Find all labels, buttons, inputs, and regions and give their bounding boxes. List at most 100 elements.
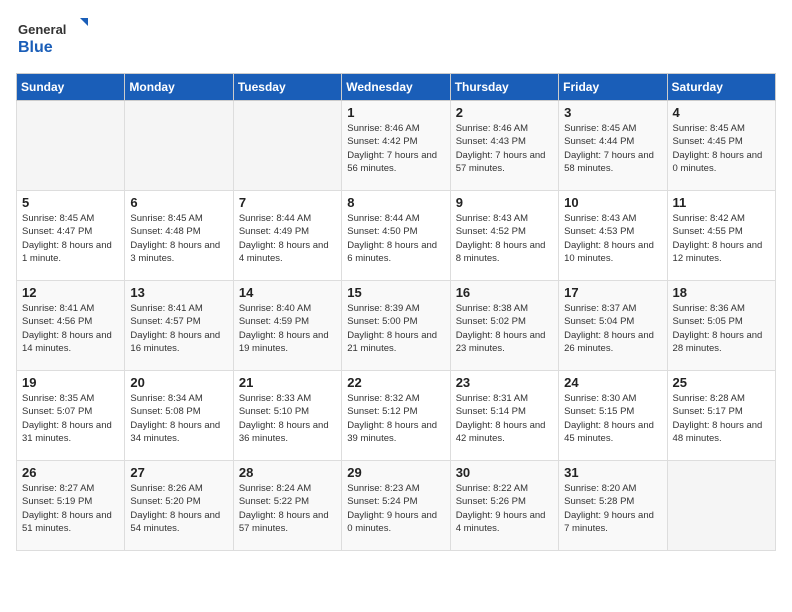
day-info: Sunrise: 8:45 AM Sunset: 4:47 PM Dayligh… [22, 212, 119, 265]
calendar-day-header: Wednesday [342, 74, 450, 101]
svg-text:General: General [18, 22, 66, 37]
calendar-week-row: 12 Sunrise: 8:41 AM Sunset: 4:56 PM Dayli… [17, 281, 776, 371]
calendar-cell: 18 Sunrise: 8:36 AM Sunset: 5:05 PM Dayli… [667, 281, 775, 371]
svg-text:Blue: Blue [18, 39, 53, 56]
calendar-day-header: Tuesday [233, 74, 341, 101]
calendar-cell: 17Sunrise: 8:37 AM Sunset: 5:04 PM Dayli… [559, 281, 667, 371]
day-number: 8 [347, 195, 444, 210]
calendar-cell: 23 Sunrise: 8:31 AM Sunset: 5:14 PM Dayli… [450, 371, 558, 461]
day-number: 24 [564, 375, 661, 390]
day-info: Sunrise: 8:28 AM Sunset: 5:17 PM Dayligh… [673, 392, 770, 445]
calendar-day-header: Friday [559, 74, 667, 101]
calendar-cell: 20 Sunrise: 8:34 AM Sunset: 5:08 PM Dayli… [125, 371, 233, 461]
day-info: Sunrise: 8:42 AM Sunset: 4:55 PM Dayligh… [673, 212, 770, 265]
day-info: Sunrise: 8:43 AM Sunset: 4:52 PM Dayligh… [456, 212, 553, 265]
day-info: Sunrise: 8:38 AM Sunset: 5:02 PM Dayligh… [456, 302, 553, 355]
calendar-cell: 7 Sunrise: 8:44 AM Sunset: 4:49 PM Daylig… [233, 191, 341, 281]
day-info: Sunrise: 8:34 AM Sunset: 5:08 PM Dayligh… [130, 392, 227, 445]
day-number: 27 [130, 465, 227, 480]
day-info: Sunrise: 8:20 AM Sunset: 5:28 PM Dayligh… [564, 482, 661, 535]
calendar-cell: 29 Sunrise: 8:23 AM Sunset: 5:24 PM Dayli… [342, 461, 450, 551]
day-info: Sunrise: 8:46 AM Sunset: 4:43 PM Dayligh… [456, 122, 553, 175]
calendar-cell: 1 Sunrise: 8:46 AM Sunset: 4:42 PM Daylig… [342, 101, 450, 191]
calendar-cell: 8 Sunrise: 8:44 AM Sunset: 4:50 PM Daylig… [342, 191, 450, 281]
calendar-day-header: Thursday [450, 74, 558, 101]
calendar-cell: 16 Sunrise: 8:38 AM Sunset: 5:02 PM Dayli… [450, 281, 558, 371]
day-number: 20 [130, 375, 227, 390]
calendar-cell: 15 Sunrise: 8:39 AM Sunset: 5:00 PM Dayli… [342, 281, 450, 371]
day-number: 25 [673, 375, 770, 390]
day-info: Sunrise: 8:30 AM Sunset: 5:15 PM Dayligh… [564, 392, 661, 445]
day-number: 14 [239, 285, 336, 300]
day-number: 18 [673, 285, 770, 300]
day-number: 7 [239, 195, 336, 210]
calendar-cell: 4 Sunrise: 8:45 AM Sunset: 4:45 PM Daylig… [667, 101, 775, 191]
day-info: Sunrise: 8:35 AM Sunset: 5:07 PM Dayligh… [22, 392, 119, 445]
calendar-cell: 2 Sunrise: 8:46 AM Sunset: 4:43 PM Daylig… [450, 101, 558, 191]
calendar-cell: 24 Sunrise: 8:30 AM Sunset: 5:15 PM Dayli… [559, 371, 667, 461]
calendar-cell [233, 101, 341, 191]
day-info: Sunrise: 8:44 AM Sunset: 4:50 PM Dayligh… [347, 212, 444, 265]
day-number: 12 [22, 285, 119, 300]
calendar-cell: 27Sunrise: 8:26 AM Sunset: 5:20 PM Dayli… [125, 461, 233, 551]
calendar-header-row: SundayMondayTuesdayWednesdayThursdayFrid… [17, 74, 776, 101]
day-number: 10 [564, 195, 661, 210]
day-info: Sunrise: 8:44 AM Sunset: 4:49 PM Dayligh… [239, 212, 336, 265]
day-number: 4 [673, 105, 770, 120]
day-number: 23 [456, 375, 553, 390]
day-number: 1 [347, 105, 444, 120]
day-number: 29 [347, 465, 444, 480]
day-number: 5 [22, 195, 119, 210]
day-number: 17 [564, 285, 661, 300]
calendar-cell: 28 Sunrise: 8:24 AM Sunset: 5:22 PM Dayli… [233, 461, 341, 551]
calendar-cell: 12 Sunrise: 8:41 AM Sunset: 4:56 PM Dayli… [17, 281, 125, 371]
day-info: Sunrise: 8:43 AM Sunset: 4:53 PM Dayligh… [564, 212, 661, 265]
calendar-cell: 30 Sunrise: 8:22 AM Sunset: 5:26 PM Dayli… [450, 461, 558, 551]
day-info: Sunrise: 8:32 AM Sunset: 5:12 PM Dayligh… [347, 392, 444, 445]
calendar-cell: 5 Sunrise: 8:45 AM Sunset: 4:47 PM Daylig… [17, 191, 125, 281]
day-number: 11 [673, 195, 770, 210]
calendar-cell: 19Sunrise: 8:35 AM Sunset: 5:07 PM Dayli… [17, 371, 125, 461]
day-info: Sunrise: 8:41 AM Sunset: 4:56 PM Dayligh… [22, 302, 119, 355]
day-number: 16 [456, 285, 553, 300]
calendar-day-header: Sunday [17, 74, 125, 101]
day-info: Sunrise: 8:36 AM Sunset: 5:05 PM Dayligh… [673, 302, 770, 355]
day-number: 3 [564, 105, 661, 120]
day-number: 31 [564, 465, 661, 480]
day-number: 30 [456, 465, 553, 480]
calendar-week-row: 19Sunrise: 8:35 AM Sunset: 5:07 PM Dayli… [17, 371, 776, 461]
calendar-cell [667, 461, 775, 551]
day-number: 2 [456, 105, 553, 120]
calendar-cell [17, 101, 125, 191]
day-info: Sunrise: 8:45 AM Sunset: 4:48 PM Dayligh… [130, 212, 227, 265]
calendar-week-row: 1 Sunrise: 8:46 AM Sunset: 4:42 PM Daylig… [17, 101, 776, 191]
day-info: Sunrise: 8:39 AM Sunset: 5:00 PM Dayligh… [347, 302, 444, 355]
calendar-cell: 10 Sunrise: 8:43 AM Sunset: 4:53 PM Dayli… [559, 191, 667, 281]
day-info: Sunrise: 8:46 AM Sunset: 4:42 PM Dayligh… [347, 122, 444, 175]
day-number: 15 [347, 285, 444, 300]
day-number: 13 [130, 285, 227, 300]
day-info: Sunrise: 8:23 AM Sunset: 5:24 PM Dayligh… [347, 482, 444, 535]
day-info: Sunrise: 8:24 AM Sunset: 5:22 PM Dayligh… [239, 482, 336, 535]
day-number: 9 [456, 195, 553, 210]
calendar-week-row: 5 Sunrise: 8:45 AM Sunset: 4:47 PM Daylig… [17, 191, 776, 281]
day-number: 22 [347, 375, 444, 390]
logo-svg: General Blue [16, 16, 96, 61]
day-info: Sunrise: 8:22 AM Sunset: 5:26 PM Dayligh… [456, 482, 553, 535]
calendar-cell [125, 101, 233, 191]
calendar-cell: 13 Sunrise: 8:41 AM Sunset: 4:57 PM Dayli… [125, 281, 233, 371]
day-info: Sunrise: 8:33 AM Sunset: 5:10 PM Dayligh… [239, 392, 336, 445]
day-info: Sunrise: 8:41 AM Sunset: 4:57 PM Dayligh… [130, 302, 227, 355]
calendar-day-header: Saturday [667, 74, 775, 101]
day-number: 21 [239, 375, 336, 390]
day-number: 28 [239, 465, 336, 480]
day-info: Sunrise: 8:45 AM Sunset: 4:45 PM Dayligh… [673, 122, 770, 175]
day-info: Sunrise: 8:31 AM Sunset: 5:14 PM Dayligh… [456, 392, 553, 445]
calendar-cell: 14 Sunrise: 8:40 AM Sunset: 4:59 PM Dayli… [233, 281, 341, 371]
day-info: Sunrise: 8:40 AM Sunset: 4:59 PM Dayligh… [239, 302, 336, 355]
calendar-cell: 26Sunrise: 8:27 AM Sunset: 5:19 PM Dayli… [17, 461, 125, 551]
calendar-cell: 22 Sunrise: 8:32 AM Sunset: 5:12 PM Dayli… [342, 371, 450, 461]
calendar-table: SundayMondayTuesdayWednesdayThursdayFrid… [16, 73, 776, 551]
calendar-cell: 3Sunrise: 8:45 AM Sunset: 4:44 PM Daylig… [559, 101, 667, 191]
logo: General Blue [16, 16, 96, 61]
